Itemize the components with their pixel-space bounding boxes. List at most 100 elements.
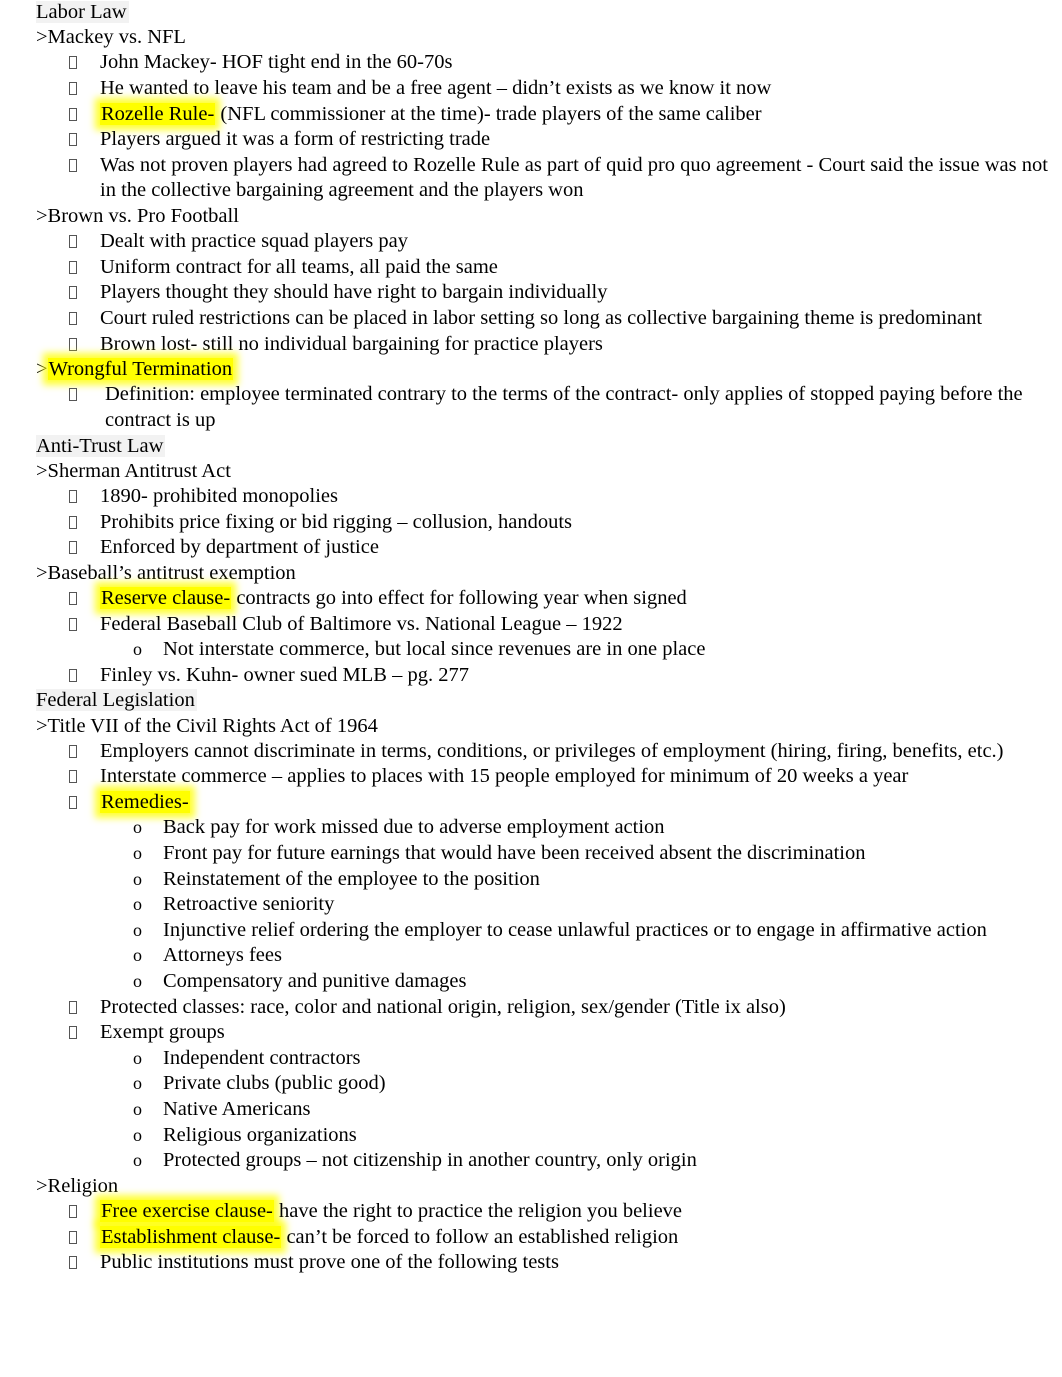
bullet-item: Exempt groups: [36, 1020, 1062, 1046]
bullet-text: Finley vs. Kuhn- owner sued MLB – pg. 27…: [100, 663, 469, 686]
sub-bullet-text: Religious organizations: [163, 1123, 357, 1146]
bullet-marker-icon: [69, 510, 77, 536]
bullet-text: Public institutions must prove one of th…: [100, 1251, 559, 1274]
bullet-item: Free exercise clause- have the right to …: [36, 1199, 1062, 1225]
sub-bullet-marker-icon: o: [133, 1073, 142, 1094]
sub-bullet-item: o Injunctive relief ordering the employer…: [36, 918, 1062, 944]
sub-bullet-text: Protected groups – not citizenship in an…: [163, 1149, 697, 1172]
bullet-marker-icon: [69, 229, 77, 255]
bullet-marker-icon: [69, 663, 77, 689]
bullet-marker-icon: [69, 1020, 77, 1046]
bullet-marker-icon: [69, 764, 77, 790]
bullet-marker-icon: [69, 586, 77, 612]
bullet-marker-icon: [69, 280, 77, 306]
highlighted-term: Remedies-: [100, 790, 190, 813]
sub-bullet-marker-icon: o: [133, 1124, 142, 1145]
bullet-text: Dealt with practice squad players pay: [100, 230, 408, 253]
topic-line: >Baseball’s antitrust exemption: [36, 561, 1062, 586]
sub-bullet-item: o Private clubs (public good): [36, 1071, 1062, 1097]
bullet-item: Reserve clause- contracts go into effect…: [36, 586, 1062, 612]
bullet-marker-icon: [69, 306, 77, 332]
sub-bullet-marker-icon: o: [133, 919, 142, 940]
topic-label: >Sherman Antitrust Act: [36, 459, 231, 482]
sub-bullet-text: Attorneys fees: [163, 944, 282, 967]
sub-bullet-marker-icon: o: [133, 817, 142, 838]
sub-bullet-text: Compensatory and punitive damages: [163, 970, 467, 993]
section-heading: Federal Legislation: [36, 688, 1062, 713]
bullet-text: contracts go into effect for following y…: [231, 586, 687, 609]
bullet-item: Was not proven players had agreed to Roz…: [36, 153, 1062, 204]
sub-bullet-item: o Compensatory and punitive damages: [36, 969, 1062, 995]
topic-label: >Baseball’s antitrust exemption: [36, 561, 296, 584]
bullet-marker-icon: [69, 484, 77, 510]
sub-bullet-text: Retroactive seniority: [163, 893, 335, 916]
topic-label: >Brown vs. Pro Football: [36, 204, 239, 227]
topic-label: >Title VII of the Civil Rights Act of 19…: [36, 714, 378, 737]
topic-label: >Religion: [36, 1174, 119, 1197]
bullet-marker-icon: [69, 612, 77, 638]
bullet-item: Establishment clause- can’t be forced to…: [36, 1225, 1062, 1251]
bullet-marker-icon: [69, 153, 77, 179]
bullet-text: Federal Baseball Club of Baltimore vs. N…: [100, 612, 623, 635]
bullet-item: Finley vs. Kuhn- owner sued MLB – pg. 27…: [36, 663, 1062, 689]
sub-bullet-marker-icon: o: [133, 894, 142, 915]
sub-bullet-item: o Attorneys fees: [36, 943, 1062, 969]
bullet-item: Federal Baseball Club of Baltimore vs. N…: [36, 612, 1062, 638]
document-page: Labor Law >Mackey vs. NFL John Mackey- HOF…: [0, 0, 1062, 1377]
bullet-marker-icon: [69, 1250, 77, 1276]
bullet-text: Players argued it was a form of restrict…: [100, 128, 491, 151]
sub-bullet-marker-icon: o: [133, 1150, 142, 1171]
sub-bullet-marker-icon: o: [133, 1047, 142, 1068]
sub-bullet-item: o Back pay for work missed due to adverse…: [36, 815, 1062, 841]
section-heading-label: Labor Law: [36, 1, 129, 23]
highlighted-term: Rozelle Rule-: [100, 102, 216, 125]
bullet-item: He wanted to leave his team and be a fre…: [36, 76, 1062, 102]
sub-bullet-item: o Reinstatement of the employee to the po…: [36, 867, 1062, 893]
topic-line: >Mackey vs. NFL: [36, 25, 1062, 50]
sub-bullet-item: o Front pay for future earnings that woul…: [36, 841, 1062, 867]
bullet-marker-icon: [69, 127, 77, 153]
bullet-marker-icon: [69, 76, 77, 102]
sub-bullet-text: Injunctive relief ordering the employer …: [163, 918, 987, 941]
bullet-text: 1890- prohibited monopolies: [100, 484, 339, 507]
section-heading-label: Federal Legislation: [36, 689, 197, 712]
sub-bullet-marker-icon: o: [133, 1099, 142, 1120]
bullet-text: Prohibits price fixing or bid rigging – …: [100, 510, 573, 533]
bullet-text: Uniform contract for all teams, all paid…: [100, 255, 498, 278]
bullet-text: Was not proven players had agreed to Roz…: [100, 153, 1048, 202]
topic-label-highlighted: Wrongful Termination: [47, 358, 234, 381]
bullet-marker-icon: [69, 1199, 77, 1225]
bullet-text: Players thought they should have right t…: [100, 281, 608, 304]
sub-bullet-marker-icon: o: [133, 945, 142, 966]
bullet-text: Enforced by department of justice: [100, 536, 379, 559]
section-heading: Anti-Trust Law: [36, 434, 1062, 459]
bullet-item: Rozelle Rule- (NFL commissioner at the t…: [36, 102, 1062, 128]
bullet-text: Exempt groups: [100, 1021, 225, 1044]
bullet-item: Uniform contract for all teams, all paid…: [36, 255, 1062, 281]
bullet-item: Dealt with practice squad players pay: [36, 229, 1062, 255]
bullet-text: John Mackey- HOF tight end in the 60-70s: [100, 51, 453, 74]
bullet-marker-icon: [69, 995, 77, 1021]
bullet-item: Definition: employee terminated contrary…: [36, 382, 1062, 433]
bullet-text: Court ruled restrictions can be placed i…: [100, 306, 983, 329]
sub-bullet-item: o Independent contractors: [36, 1046, 1062, 1072]
sub-bullet-text: Reinstatement of the employee to the pos…: [163, 867, 540, 890]
document-body: Labor Law >Mackey vs. NFL John Mackey- HOF…: [0, 0, 1062, 1276]
highlighted-term: Free exercise clause-: [100, 1200, 274, 1222]
bullet-marker-icon: [69, 1225, 77, 1251]
section-heading: Labor Law: [36, 0, 1062, 25]
sub-bullet-text: Private clubs (public good): [163, 1072, 386, 1095]
topic-line: >Sherman Antitrust Act: [36, 459, 1062, 484]
bullet-item: Protected classes: race, color and natio…: [36, 995, 1062, 1021]
topic-line: >Wrongful Termination: [36, 357, 1062, 382]
bullet-item: Brown lost- still no individual bargaini…: [36, 332, 1062, 358]
sub-bullet-text: Native Americans: [163, 1098, 311, 1121]
sub-bullet-item: o Not interstate commerce, but local sinc…: [36, 637, 1062, 663]
bullet-text: (NFL commissioner at the time)- trade pl…: [215, 102, 762, 125]
bullet-marker-icon: [69, 535, 77, 561]
sub-bullet-text: Independent contractors: [163, 1046, 361, 1069]
sub-bullet-marker-icon: o: [133, 971, 142, 992]
sub-bullet-text: Not interstate commerce, but local since…: [163, 638, 706, 661]
bullet-item: Public institutions must prove one of th…: [36, 1250, 1062, 1276]
bullet-marker-icon: [69, 50, 77, 76]
